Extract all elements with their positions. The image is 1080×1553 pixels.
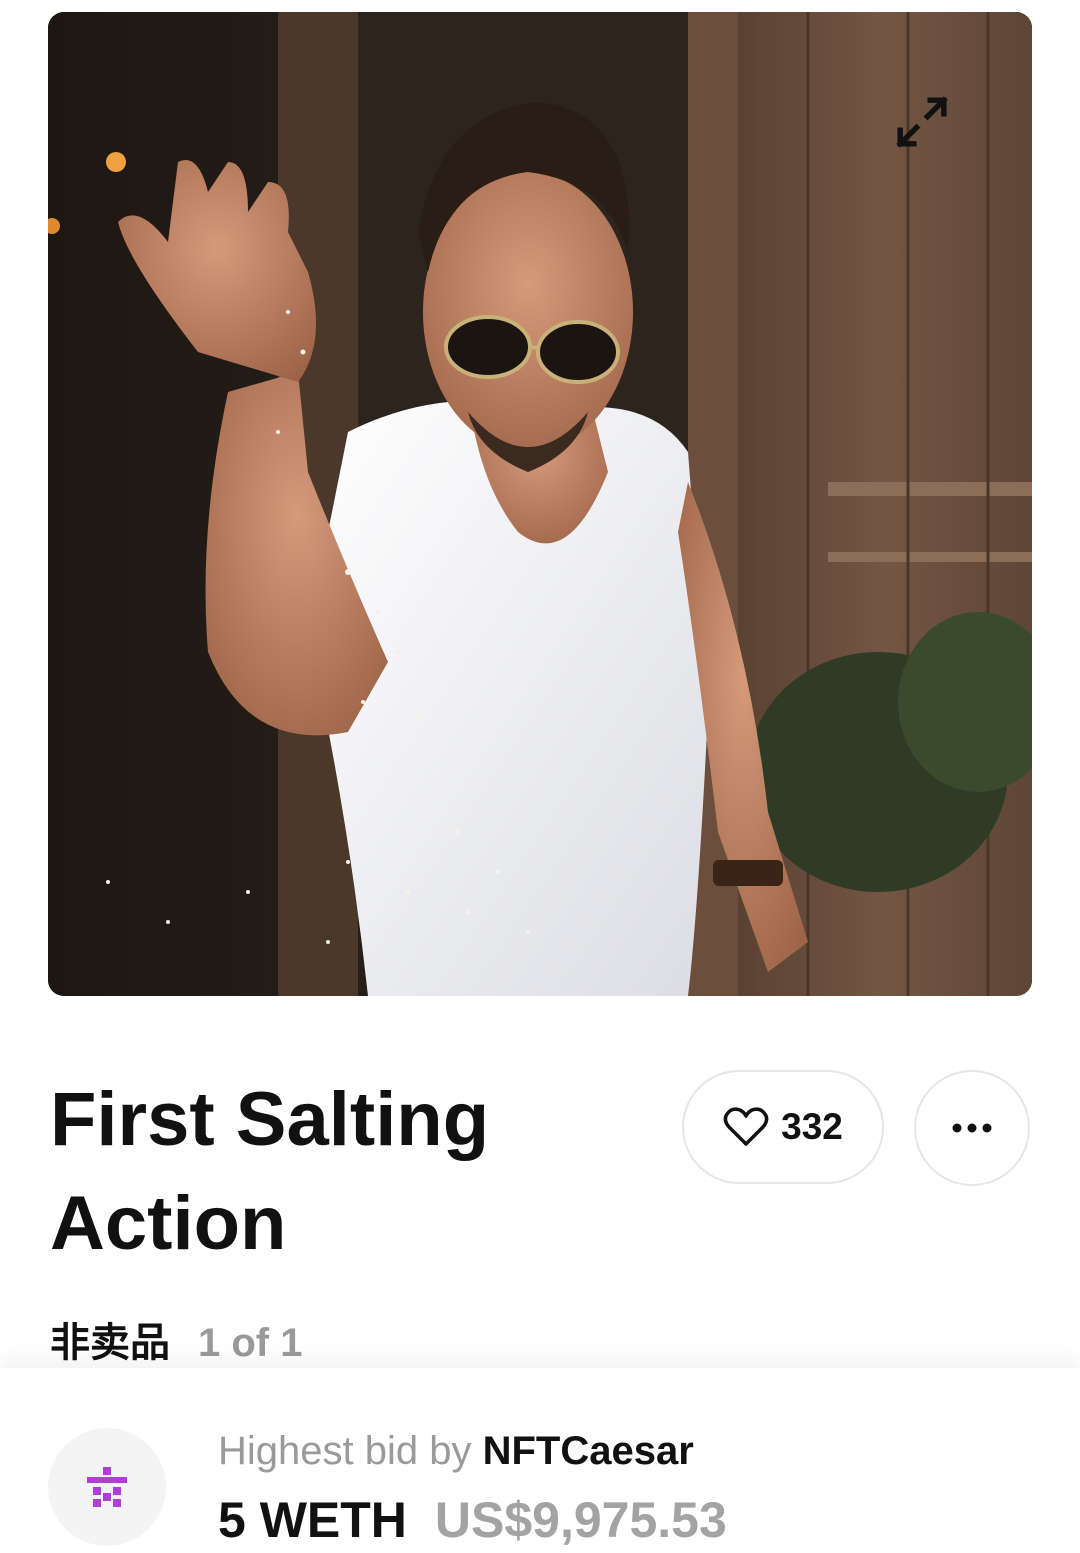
bid-label-line: Highest bid by NFTCaesar bbox=[218, 1426, 727, 1476]
bid-label: Highest bid by bbox=[218, 1429, 472, 1473]
expand-arrows-icon bbox=[896, 96, 948, 148]
more-options-button[interactable] bbox=[914, 1070, 1030, 1186]
bid-panel: Highest bid by NFTCaesar 5 WETH US$9,975… bbox=[0, 1368, 1080, 1553]
bidder-avatar-icon bbox=[87, 1467, 127, 1507]
nft-title: First Salting Action bbox=[50, 1077, 490, 1266]
nft-image[interactable] bbox=[48, 12, 1032, 996]
bidder-name-link[interactable]: NFTCaesar bbox=[483, 1429, 694, 1473]
bid-amount: 5 WETH bbox=[218, 1492, 407, 1548]
nft-photo bbox=[48, 12, 1032, 996]
bid-amount-line: 5 WETH US$9,975.53 bbox=[218, 1490, 727, 1550]
like-button[interactable]: 332 bbox=[682, 1070, 884, 1184]
bid-info: Highest bid by NFTCaesar 5 WETH US$9,975… bbox=[218, 1426, 727, 1550]
ellipsis-icon bbox=[952, 1123, 992, 1133]
sale-status: 非卖品 bbox=[50, 1320, 170, 1366]
like-count: 332 bbox=[781, 1106, 843, 1147]
bidder-avatar[interactable] bbox=[48, 1428, 166, 1546]
edition-count: 1 of 1 bbox=[198, 1321, 303, 1365]
sale-status-row: 非卖品 1 of 1 bbox=[50, 1310, 302, 1368]
heart-outline-icon bbox=[723, 1107, 769, 1146]
bid-fiat-value: US$9,975.53 bbox=[434, 1492, 727, 1548]
expand-button[interactable] bbox=[892, 92, 952, 152]
